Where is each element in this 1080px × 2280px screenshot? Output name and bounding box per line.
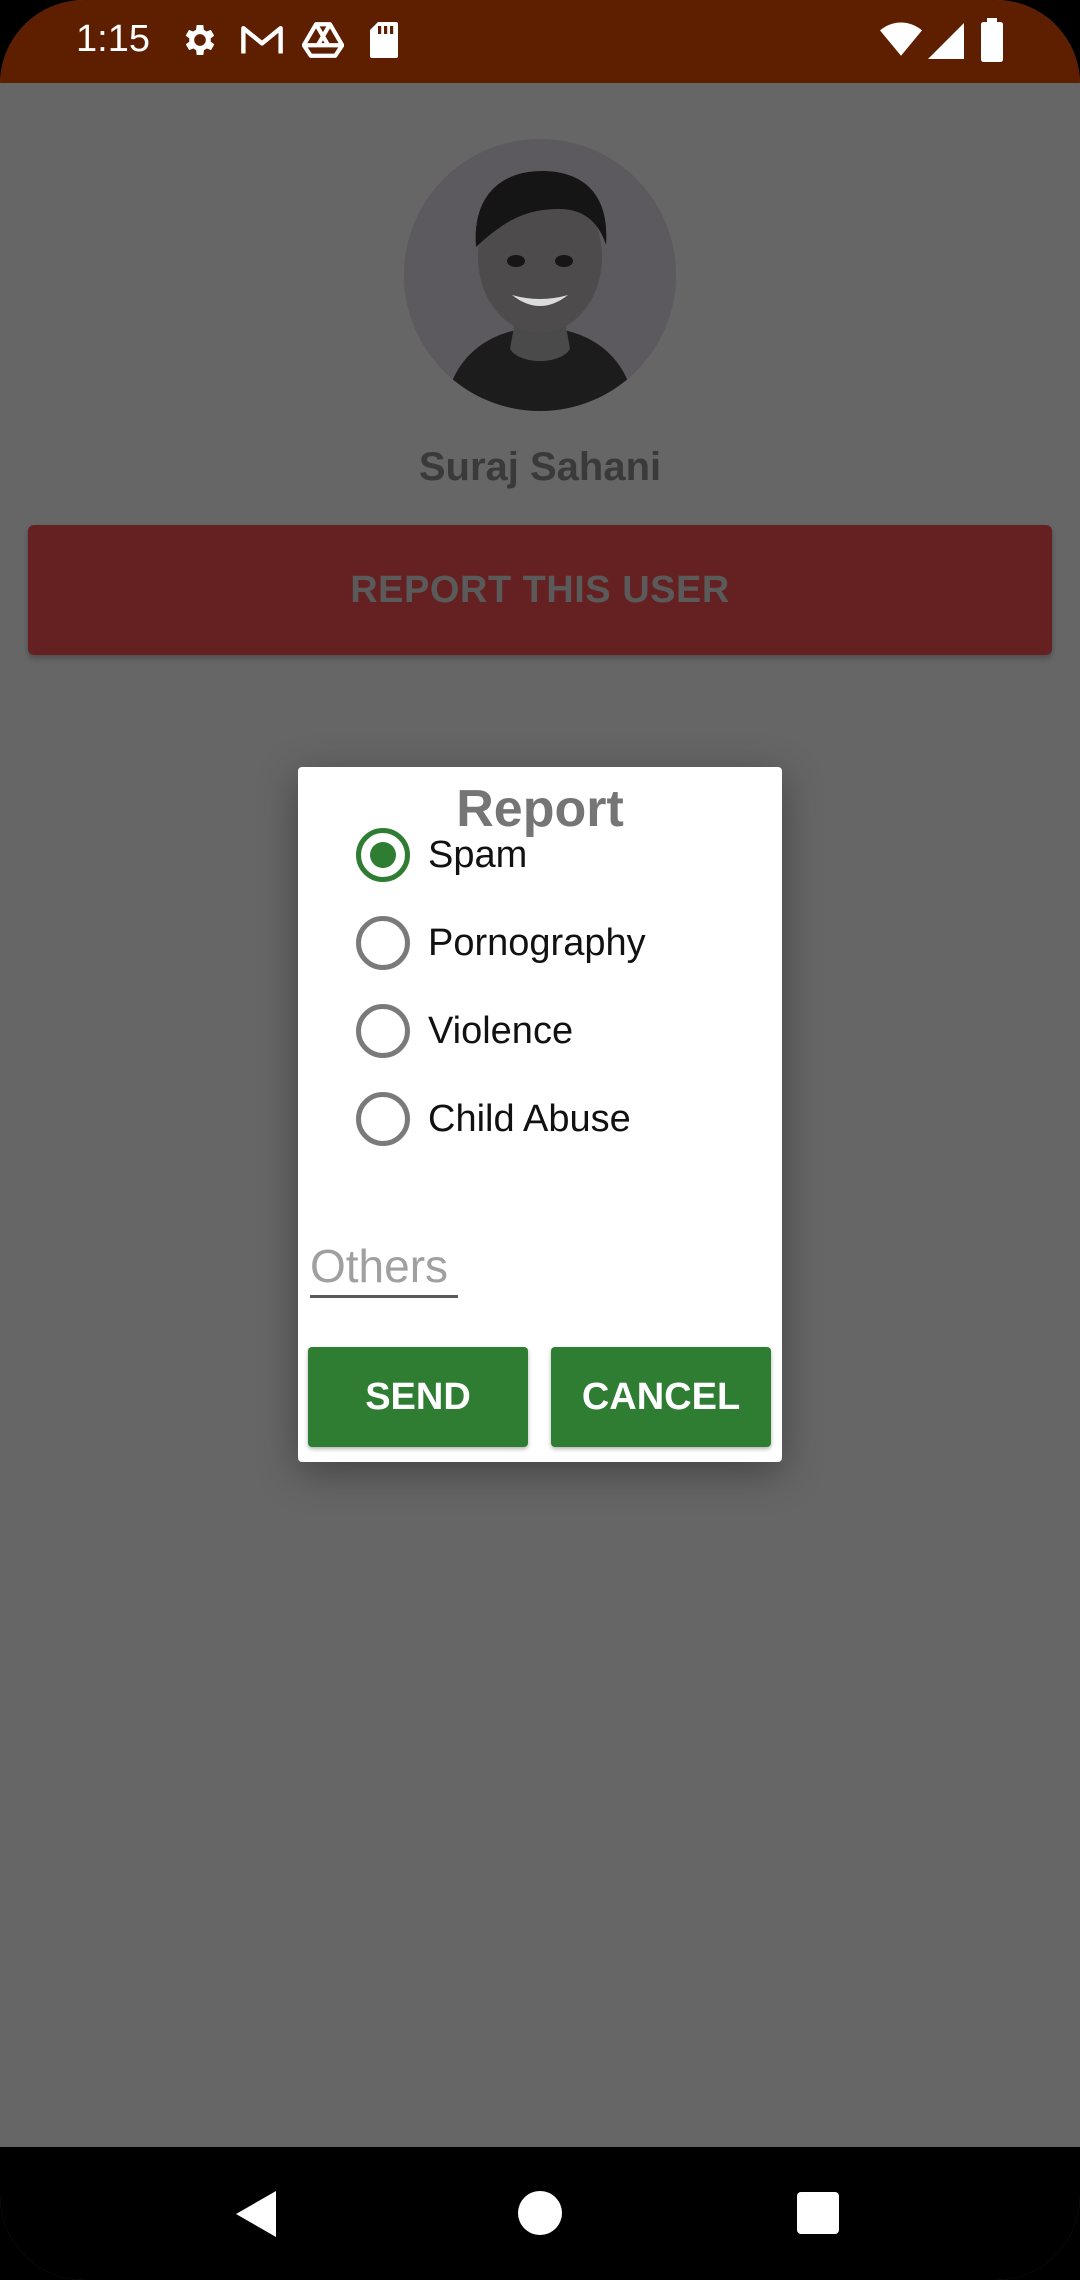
radio-label: Pornography: [428, 921, 646, 964]
radio-button[interactable]: [356, 916, 410, 970]
send-button[interactable]: SEND: [308, 1347, 528, 1447]
radio-button[interactable]: [356, 1004, 410, 1058]
others-input[interactable]: Others: [310, 1237, 458, 1298]
radio-button-checked[interactable]: [356, 828, 410, 882]
wifi-icon: [880, 22, 922, 56]
radio-option-violence[interactable]: Violence: [356, 996, 573, 1066]
battery-icon: [981, 18, 1003, 62]
back-icon[interactable]: [236, 2191, 280, 2237]
radio-label: Spam: [428, 833, 528, 876]
radio-label: Child Abuse: [428, 1097, 631, 1140]
drive-icon: [302, 22, 344, 58]
navigation-bar: [0, 2147, 1080, 2280]
home-icon[interactable]: [518, 2191, 562, 2235]
recents-icon[interactable]: [797, 2192, 839, 2234]
sd-card-icon: [370, 22, 398, 58]
radio-label: Violence: [428, 1009, 574, 1052]
report-user-button[interactable]: REPORT THIS USER: [28, 525, 1052, 655]
report-dialog: Report Spam Pornography Violence Child A…: [298, 767, 782, 1462]
user-name: Suraj Sahani: [418, 445, 662, 489]
radio-option-pornography[interactable]: Pornography: [356, 908, 646, 978]
radio-option-child-abuse[interactable]: Child Abuse: [356, 1084, 631, 1154]
person-photo: [404, 139, 676, 411]
cell-signal-icon: [928, 23, 964, 59]
radio-option-spam[interactable]: Spam: [356, 820, 527, 890]
gear-icon: [185, 25, 215, 55]
status-time: 1:15: [76, 18, 150, 60]
status-bar: 1:15: [0, 0, 1080, 83]
phone-screen: 1:15 Suraj Sahani REPORT THIS USER Repor…: [0, 0, 1080, 2280]
cancel-button[interactable]: CANCEL: [551, 1347, 771, 1447]
profile-avatar: [404, 139, 676, 411]
radio-button[interactable]: [356, 1092, 410, 1146]
gmail-icon: [241, 25, 283, 54]
